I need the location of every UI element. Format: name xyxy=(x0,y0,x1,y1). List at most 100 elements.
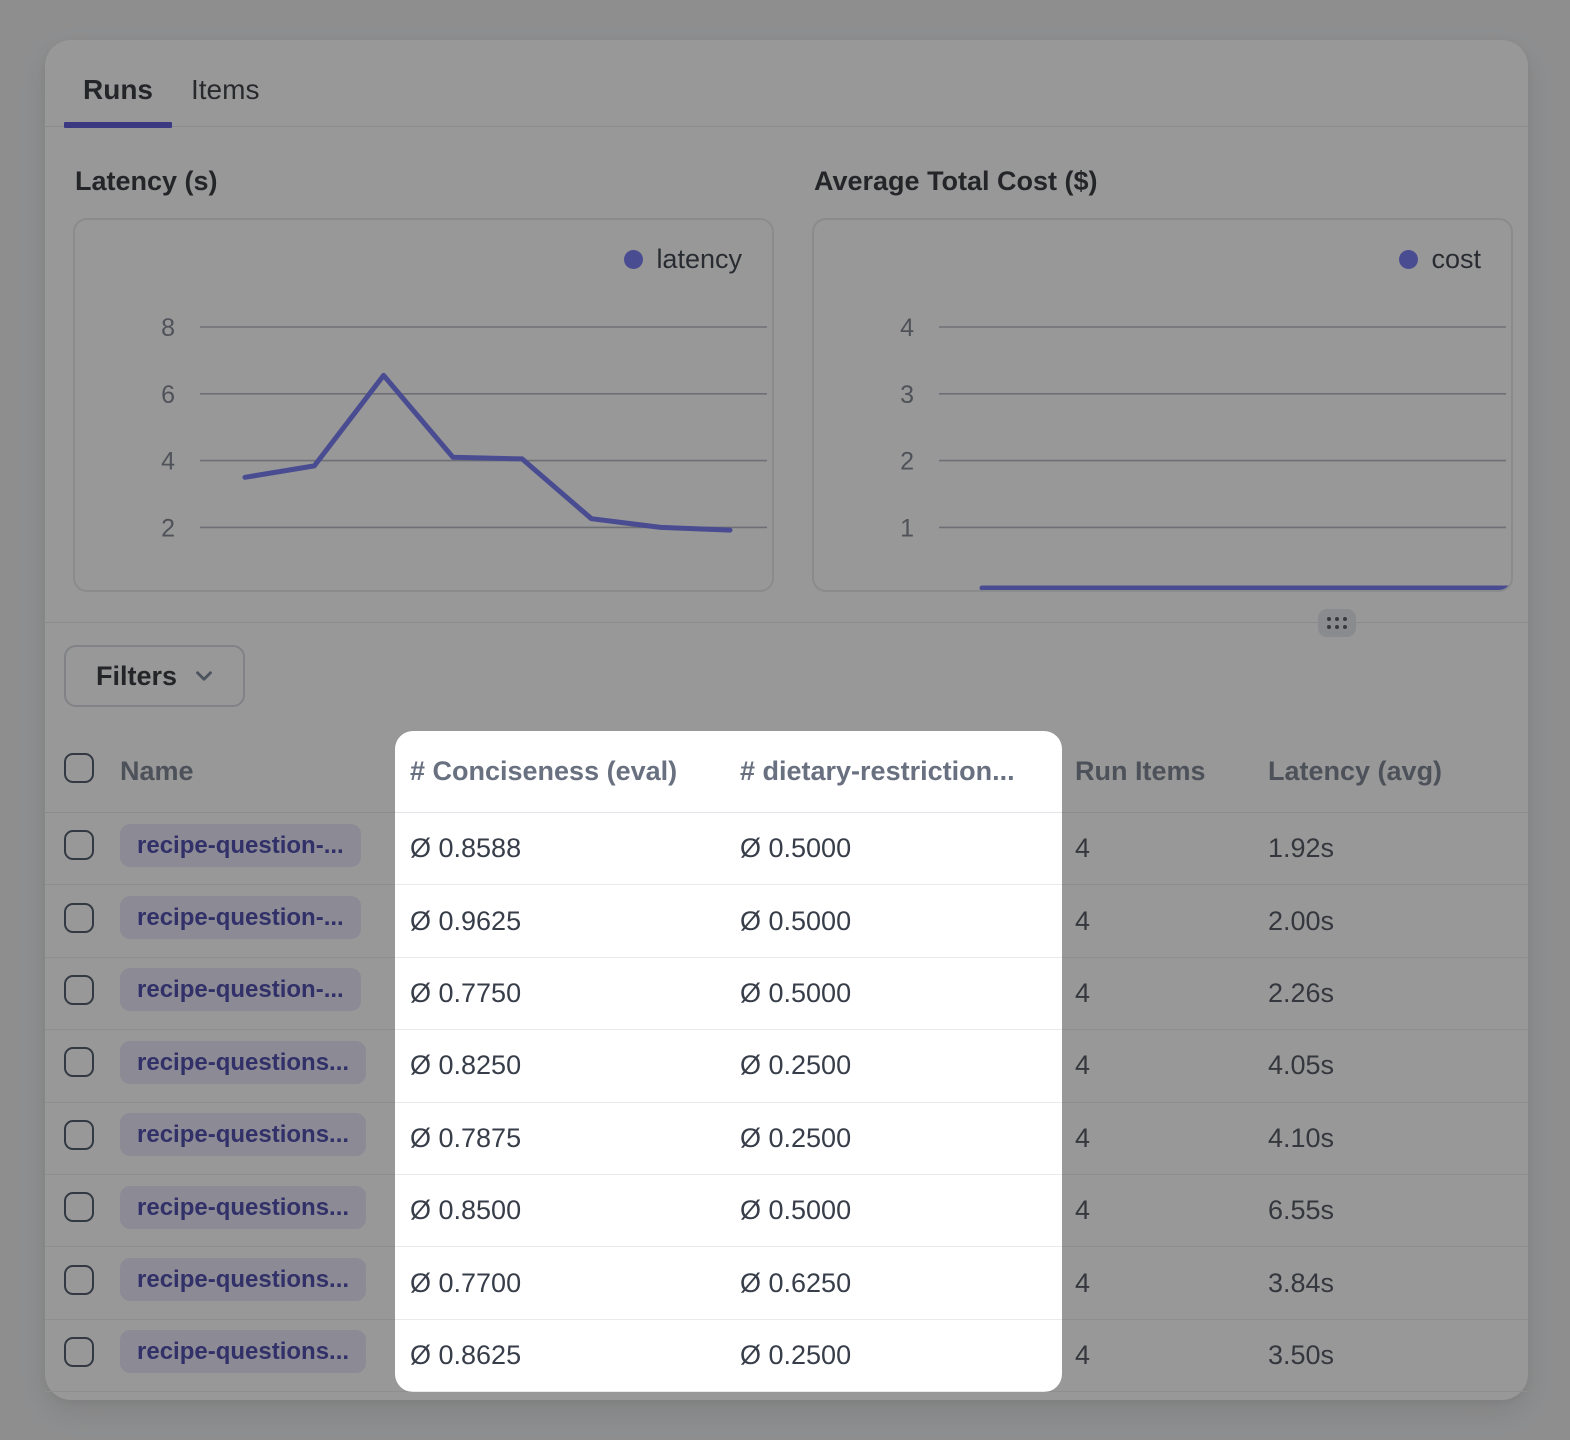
row-checkbox[interactable] xyxy=(64,1192,94,1222)
table-row[interactable]: recipe-questions... Ø 0.8625 Ø 0.2500 4 … xyxy=(45,1320,1528,1392)
run-name-badge[interactable]: recipe-question-... xyxy=(120,824,361,867)
grip-dots-icon xyxy=(1327,617,1348,629)
run-name-badge[interactable]: recipe-questions... xyxy=(120,1041,366,1084)
latency-line-plot: 8642 xyxy=(75,220,770,590)
header-checkbox-cell xyxy=(64,753,120,790)
latency-chart: 8642 latency xyxy=(73,218,774,592)
run-name-badge[interactable]: recipe-questions... xyxy=(120,1113,366,1156)
dietary-restriction-value: Ø 0.5000 xyxy=(737,1195,1062,1226)
row-checkbox-cell xyxy=(64,975,120,1012)
latency-legend-dot-icon xyxy=(624,250,643,269)
run-items-value: 4 xyxy=(1062,978,1268,1009)
table-row[interactable]: recipe-questions... Ø 0.8250 Ø 0.2500 4 … xyxy=(45,1030,1528,1102)
chevron-down-icon xyxy=(191,663,217,689)
latency-avg-value: 1.92s xyxy=(1268,833,1528,864)
charts-row: Latency (s) 8642 latency Average Total C… xyxy=(73,165,1513,592)
run-name-badge[interactable]: recipe-questions... xyxy=(120,1330,366,1373)
cost-line-plot: 4321 xyxy=(814,220,1509,590)
conciseness-value: Ø 0.8250 xyxy=(395,1050,737,1081)
header-name[interactable]: Name xyxy=(120,756,395,787)
row-name-cell: recipe-question-... xyxy=(120,824,395,874)
row-checkbox-cell xyxy=(64,1120,120,1157)
cost-chart-section: Average Total Cost ($) 4321 cost xyxy=(812,165,1513,592)
row-checkbox[interactable] xyxy=(64,903,94,933)
run-items-value: 4 xyxy=(1062,1050,1268,1081)
latency-avg-value: 3.50s xyxy=(1268,1340,1528,1371)
latency-chart-title: Latency (s) xyxy=(75,165,774,197)
row-name-cell: recipe-question-... xyxy=(120,968,395,1018)
runs-panel: Runs Items Latency (s) 8642 latency Aver… xyxy=(45,40,1528,1400)
row-name-cell: recipe-question-... xyxy=(120,896,395,946)
table-row[interactable]: recipe-question-... Ø 0.7750 Ø 0.5000 4 … xyxy=(45,958,1528,1030)
dietary-restriction-value: Ø 0.5000 xyxy=(737,978,1062,1009)
table-row[interactable]: recipe-question-... Ø 0.8588 Ø 0.5000 4 … xyxy=(45,813,1528,885)
row-checkbox[interactable] xyxy=(64,1337,94,1367)
resize-drag-handle[interactable] xyxy=(1318,609,1356,637)
row-name-cell: recipe-questions... xyxy=(120,1330,395,1380)
header-run-items[interactable]: Run Items xyxy=(1062,756,1268,787)
table-body: recipe-question-... Ø 0.8588 Ø 0.5000 4 … xyxy=(45,813,1528,1392)
runs-table: Name # Conciseness (eval) # dietary-rest… xyxy=(45,731,1528,1392)
cost-legend: cost xyxy=(1399,244,1481,275)
row-checkbox[interactable] xyxy=(64,1120,94,1150)
svg-text:2: 2 xyxy=(900,448,914,476)
conciseness-value: Ø 0.7700 xyxy=(395,1268,737,1299)
row-checkbox[interactable] xyxy=(64,1047,94,1077)
run-name-badge[interactable]: recipe-question-... xyxy=(120,968,361,1011)
row-name-cell: recipe-questions... xyxy=(120,1113,395,1163)
run-name-badge[interactable]: recipe-questions... xyxy=(120,1186,366,1229)
table-row[interactable]: recipe-question-... Ø 0.9625 Ø 0.5000 4 … xyxy=(45,885,1528,957)
dietary-restriction-value: Ø 0.5000 xyxy=(737,833,1062,864)
latency-avg-value: 2.00s xyxy=(1268,906,1528,937)
row-checkbox-cell xyxy=(64,1337,120,1374)
row-name-cell: recipe-questions... xyxy=(120,1041,395,1091)
row-checkbox[interactable] xyxy=(64,1265,94,1295)
dietary-restriction-value: Ø 0.2500 xyxy=(737,1123,1062,1154)
screen: Runs Items Latency (s) 8642 latency Aver… xyxy=(0,0,1570,1440)
conciseness-value: Ø 0.8500 xyxy=(395,1195,737,1226)
tab-runs[interactable]: Runs xyxy=(64,54,172,126)
row-checkbox-cell xyxy=(64,830,120,867)
svg-text:2: 2 xyxy=(161,514,175,542)
dietary-restriction-value: Ø 0.2500 xyxy=(737,1050,1062,1081)
latency-avg-value: 6.55s xyxy=(1268,1195,1528,1226)
row-name-cell: recipe-questions... xyxy=(120,1186,395,1236)
run-name-badge[interactable]: recipe-question-... xyxy=(120,896,361,939)
run-items-value: 4 xyxy=(1062,1123,1268,1154)
svg-text:3: 3 xyxy=(900,381,914,409)
latency-chart-section: Latency (s) 8642 latency xyxy=(73,165,774,592)
dietary-restriction-value: Ø 0.5000 xyxy=(737,906,1062,937)
table-row[interactable]: recipe-questions... Ø 0.7700 Ø 0.6250 4 … xyxy=(45,1247,1528,1319)
filters-button-label: Filters xyxy=(96,661,177,692)
row-checkbox[interactable] xyxy=(64,975,94,1005)
latency-avg-value: 3.84s xyxy=(1268,1268,1528,1299)
row-checkbox[interactable] xyxy=(64,830,94,860)
tab-bar: Runs Items xyxy=(45,40,1528,127)
svg-text:8: 8 xyxy=(161,314,175,342)
header-dietary-restriction[interactable]: # dietary-restriction... xyxy=(737,756,1062,787)
latency-avg-value: 4.05s xyxy=(1268,1050,1528,1081)
tab-items[interactable]: Items xyxy=(172,54,278,126)
run-items-value: 4 xyxy=(1062,833,1268,864)
table-row[interactable]: recipe-questions... Ø 0.7875 Ø 0.2500 4 … xyxy=(45,1103,1528,1175)
filters-row: Filters xyxy=(64,645,245,707)
run-items-value: 4 xyxy=(1062,1195,1268,1226)
row-checkbox-cell xyxy=(64,1047,120,1084)
run-items-value: 4 xyxy=(1062,1268,1268,1299)
conciseness-value: Ø 0.8625 xyxy=(395,1340,737,1371)
conciseness-value: Ø 0.9625 xyxy=(395,906,737,937)
cost-chart-title: Average Total Cost ($) xyxy=(814,165,1513,197)
svg-text:4: 4 xyxy=(161,448,175,476)
conciseness-value: Ø 0.7875 xyxy=(395,1123,737,1154)
cost-legend-label: cost xyxy=(1431,244,1481,275)
cost-legend-dot-icon xyxy=(1399,250,1418,269)
filters-button[interactable]: Filters xyxy=(64,645,245,707)
row-checkbox-cell xyxy=(64,1192,120,1229)
table-row[interactable]: recipe-questions... Ø 0.8500 Ø 0.5000 4 … xyxy=(45,1175,1528,1247)
conciseness-value: Ø 0.7750 xyxy=(395,978,737,1009)
header-conciseness[interactable]: # Conciseness (eval) xyxy=(395,756,737,787)
cost-chart: 4321 cost xyxy=(812,218,1513,592)
header-latency-avg[interactable]: Latency (avg) xyxy=(1268,756,1528,787)
run-name-badge[interactable]: recipe-questions... xyxy=(120,1258,366,1301)
select-all-checkbox[interactable] xyxy=(64,753,94,783)
